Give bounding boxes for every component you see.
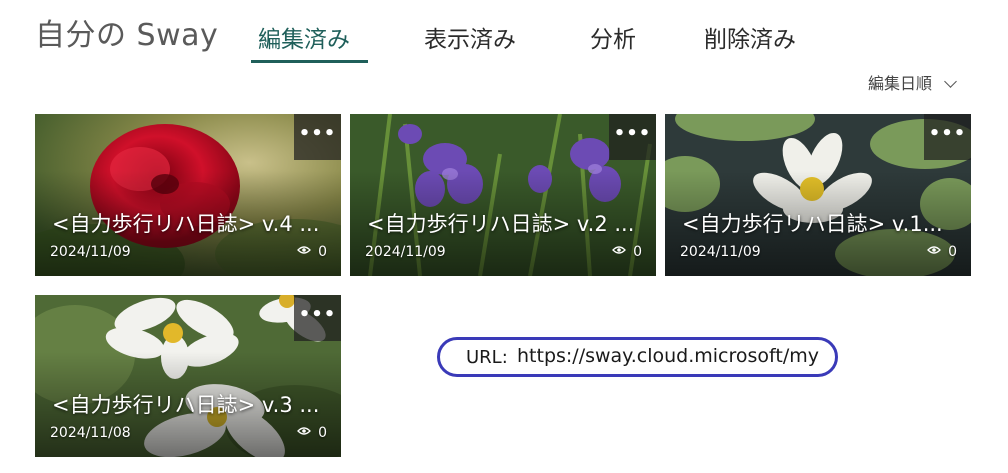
active-tab-indicator bbox=[251, 60, 368, 63]
url-label: URL: bbox=[466, 347, 508, 368]
card-title: <自力歩行リハ日誌> v.4 ... bbox=[52, 212, 320, 236]
sort-dropdown[interactable]: 編集日順 bbox=[868, 70, 957, 94]
eye-icon bbox=[297, 424, 311, 440]
more-options-button[interactable]: ••• bbox=[609, 114, 656, 160]
card-title: <自力歩行リハ日誌> v.3 ... bbox=[52, 393, 320, 417]
view-count: 0 bbox=[927, 244, 957, 260]
tab-deleted[interactable]: 削除済み bbox=[704, 20, 796, 54]
sort-label: 編集日順 bbox=[868, 74, 933, 93]
url-text: https://sway.cloud.microsoft/my bbox=[517, 345, 819, 367]
eye-icon bbox=[927, 243, 941, 259]
view-count: 0 bbox=[297, 244, 327, 260]
sway-card[interactable]: ••• <自力歩行リハ日誌> v.4 ... 2024/11/09 0 bbox=[35, 114, 341, 276]
sway-card[interactable]: ••• <自力歩行リハ日誌> v.3 ... 2024/11/08 0 bbox=[35, 295, 341, 457]
sway-card[interactable]: ••• <自力歩行リハ日誌> v.2 ... 2024/11/09 0 bbox=[350, 114, 656, 276]
view-count-value: 0 bbox=[318, 244, 327, 260]
chevron-down-icon bbox=[944, 75, 957, 88]
view-count-value: 0 bbox=[633, 244, 642, 260]
tab-viewed[interactable]: 表示済み bbox=[424, 20, 516, 54]
eye-icon bbox=[612, 243, 626, 259]
card-date: 2024/11/09 bbox=[365, 244, 446, 260]
more-options-button[interactable]: ••• bbox=[294, 114, 341, 160]
card-title: <自力歩行リハ日誌> v.2 ... bbox=[367, 212, 635, 236]
view-count: 0 bbox=[297, 425, 327, 441]
page-title: 自分の Sway bbox=[35, 18, 219, 53]
sway-my-sways-page: 自分の Sway 編集済み 表示済み 分析 削除済み 編集日順 ••• <自力歩… bbox=[0, 0, 1008, 473]
card-date: 2024/11/09 bbox=[50, 244, 131, 260]
more-options-button[interactable]: ••• bbox=[294, 295, 341, 341]
tab-analytics[interactable]: 分析 bbox=[590, 20, 636, 54]
tab-edited[interactable]: 編集済み bbox=[258, 20, 350, 54]
more-options-button[interactable]: ••• bbox=[924, 114, 971, 160]
view-count: 0 bbox=[612, 244, 642, 260]
eye-icon bbox=[297, 243, 311, 259]
view-count-value: 0 bbox=[948, 244, 957, 260]
card-date: 2024/11/09 bbox=[680, 244, 761, 260]
sway-card[interactable]: ••• <自力歩行リハ日誌> v.1... 2024/11/09 0 bbox=[665, 114, 971, 276]
card-title: <自力歩行リハ日誌> v.1... bbox=[682, 212, 943, 236]
card-date: 2024/11/08 bbox=[50, 425, 131, 441]
view-count-value: 0 bbox=[318, 425, 327, 441]
